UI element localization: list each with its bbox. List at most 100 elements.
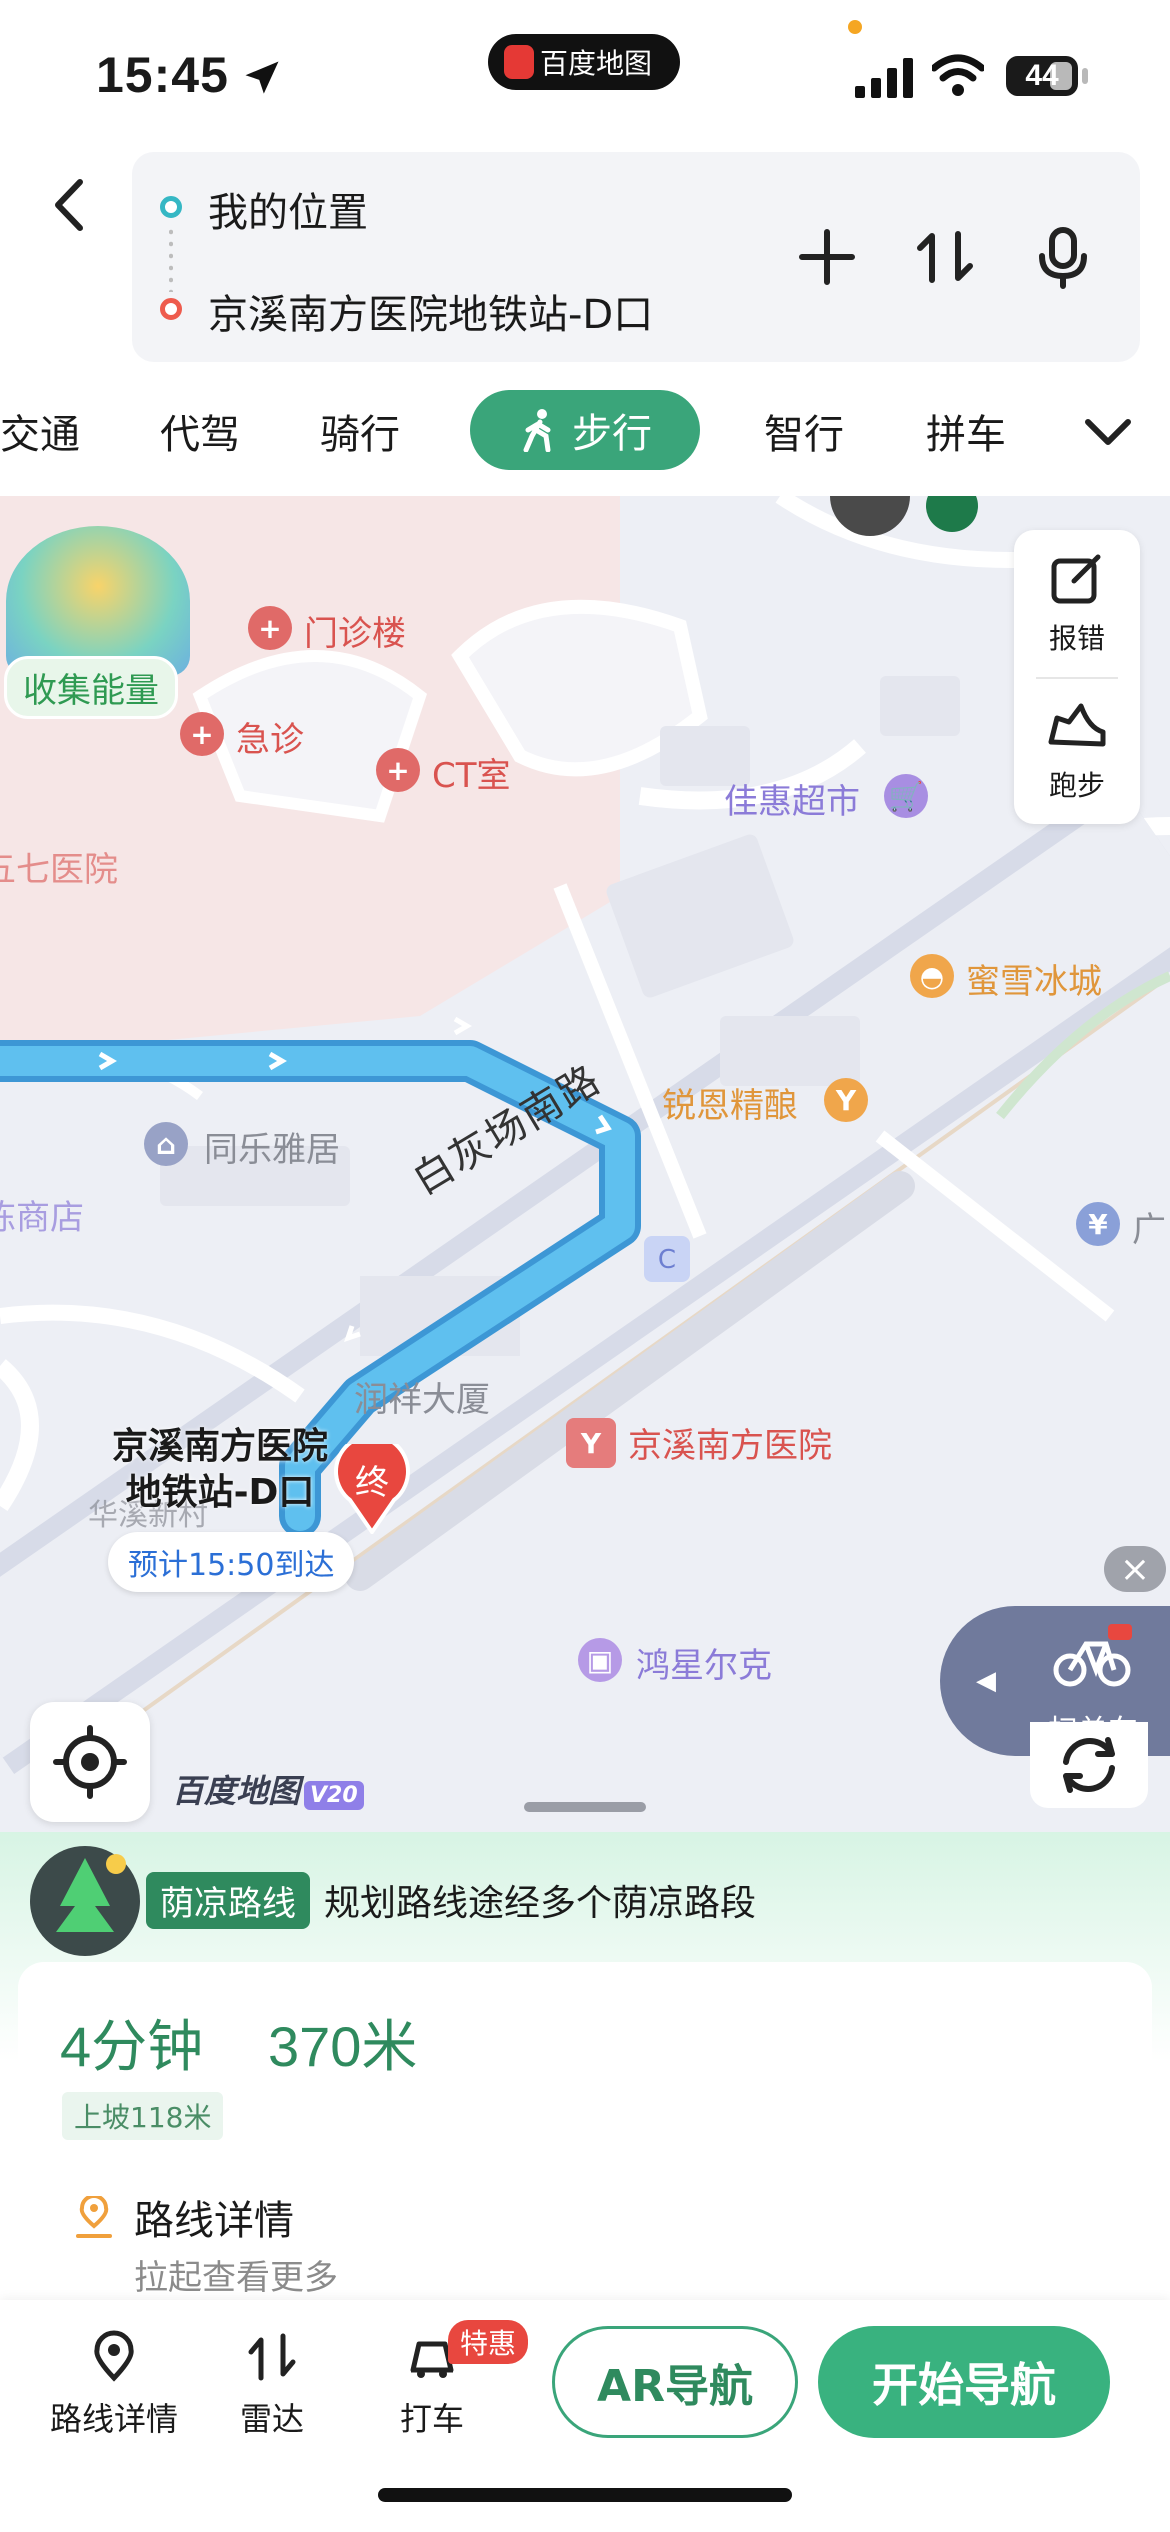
tab-transit[interactable]: 交通 bbox=[0, 402, 80, 460]
start-point-icon bbox=[160, 196, 182, 218]
status-bar: 15:45 百度地图 44 bbox=[0, 0, 1170, 150]
ar-navigation-button[interactable]: AR导航 bbox=[552, 2326, 798, 2438]
travel-mode-tabs: 交通 代驾 骑行 步行 智行 拼车 bbox=[0, 380, 1170, 490]
poi-runxiang-building[interactable]: 润祥大厦 bbox=[354, 1372, 490, 1421]
collect-energy-widget[interactable]: 收集能量 bbox=[0, 526, 196, 719]
poi-ct-room[interactable]: CT室 bbox=[432, 748, 511, 797]
route-distance: 370米 bbox=[268, 2015, 418, 2078]
map-brand-watermark: 百度地图 V20 bbox=[172, 1766, 364, 1812]
metro-station-icon: Y bbox=[566, 1418, 616, 1468]
tab-designated-driver[interactable]: 代驾 bbox=[160, 402, 240, 460]
tab-walking[interactable]: 步行 bbox=[470, 390, 700, 470]
sheet-grabber[interactable] bbox=[524, 1802, 646, 1812]
refresh-button[interactable] bbox=[1030, 1722, 1148, 1808]
swap-route-icon[interactable] bbox=[910, 222, 980, 292]
chevron-down-icon[interactable] bbox=[1080, 406, 1136, 456]
baidu-map-logo-icon bbox=[504, 45, 534, 79]
destination-line1: 京溪南方医院 bbox=[112, 1426, 329, 1467]
bank-icon: ¥ bbox=[1076, 1202, 1120, 1246]
island-app-name: 百度地图 bbox=[540, 47, 653, 80]
brand-version: V20 bbox=[304, 1781, 364, 1810]
poi-guang[interactable]: 广 bbox=[1132, 1202, 1166, 1251]
home-indicator[interactable] bbox=[378, 2488, 792, 2502]
collapse-arrow-icon: ◀ bbox=[976, 1666, 996, 1696]
route-summary-panel: 荫凉路线 规划路线途经多个荫凉路段 4分钟 370米 上坡118米 路线详情 拉… bbox=[0, 1832, 1170, 2532]
route-detail-hint: 拉起查看更多 bbox=[134, 2258, 338, 2298]
battery-tip bbox=[1082, 68, 1088, 84]
destination-line2: 地铁站-D口 bbox=[125, 1472, 315, 1513]
battery-level: 44 bbox=[1025, 59, 1059, 92]
dessert-icon: ◓ bbox=[910, 954, 954, 998]
cocktail-icon: Y bbox=[824, 1078, 868, 1122]
tree-shade-icon bbox=[30, 1846, 140, 1956]
poi-hospital[interactable]: 五七医院 bbox=[0, 842, 118, 891]
end-marker-icon[interactable]: 终 bbox=[334, 1444, 410, 1534]
tab-cycling[interactable]: 骑行 bbox=[320, 402, 400, 460]
battery-indicator: 44 bbox=[1006, 56, 1078, 96]
taxi-label: 打车 bbox=[400, 2400, 465, 2438]
privacy-indicator bbox=[848, 20, 862, 34]
close-icon[interactable]: × bbox=[1104, 1546, 1166, 1592]
hospital-plus-icon: + bbox=[376, 748, 420, 792]
map-side-toolbar: 报错 跑步 bbox=[1014, 530, 1140, 824]
poi-metro-station[interactable]: 京溪南方医院 bbox=[628, 1418, 832, 1467]
eta-badge: 预计15:50到达 bbox=[108, 1532, 355, 1592]
route-detail-button[interactable]: 路线详情 bbox=[50, 2330, 178, 2440]
cellular-signal-icon bbox=[855, 58, 913, 98]
poi-emergency[interactable]: 急诊 bbox=[236, 712, 304, 761]
residence-icon: ⌂ bbox=[144, 1122, 188, 1166]
poi-outpatient[interactable]: 门诊楼 bbox=[304, 606, 406, 655]
tab-carpool[interactable]: 拼车 bbox=[926, 402, 1006, 460]
hospital-plus-icon: + bbox=[248, 606, 292, 650]
radar-button[interactable]: 雷达 bbox=[240, 2330, 304, 2440]
svg-text:终: 终 bbox=[355, 1463, 389, 1503]
back-icon[interactable] bbox=[40, 170, 100, 240]
bicycle-icon bbox=[1053, 1624, 1132, 1687]
shopping-bag-icon: ▣ bbox=[578, 1638, 622, 1682]
svg-text:C: C bbox=[658, 1245, 676, 1275]
running-label: 跑步 bbox=[1048, 768, 1105, 802]
map-view[interactable]: C 收集能量 报错 跑步 + 门诊楼 + 急诊 + CT室 五七医院 佳惠超市 … bbox=[0, 496, 1170, 1832]
refresh-icon bbox=[1063, 1737, 1115, 1793]
running-shoe-icon bbox=[1048, 703, 1106, 746]
poi-mixue[interactable]: 蜜雪冰城 bbox=[966, 954, 1102, 1003]
brand-name: 百度地图 bbox=[172, 1772, 301, 1810]
add-waypoint-icon[interactable] bbox=[792, 222, 862, 292]
microphone-icon[interactable] bbox=[1028, 222, 1098, 292]
running-button[interactable]: 跑步 bbox=[1014, 677, 1140, 824]
walking-icon bbox=[523, 409, 551, 452]
route-duration: 4分钟 bbox=[60, 2015, 204, 2078]
poi-hongxing-erke[interactable]: 鸿星尔克 bbox=[636, 1638, 772, 1687]
route-detail-title[interactable]: 路线详情 bbox=[134, 2188, 294, 2246]
location-pin-icon bbox=[76, 2196, 112, 2238]
report-error-label: 报错 bbox=[1048, 621, 1105, 655]
shade-route-description: 规划路线途经多个荫凉路段 bbox=[324, 1883, 757, 1924]
tab-smart[interactable]: 智行 bbox=[764, 402, 844, 460]
dynamic-island[interactable]: 百度地图 bbox=[488, 34, 680, 90]
radar-icon bbox=[248, 2333, 296, 2381]
start-navigation-button[interactable]: 开始导航 bbox=[818, 2326, 1110, 2438]
poi-shop[interactable]: 栋商店 bbox=[0, 1190, 84, 1239]
route-detail-label: 路线详情 bbox=[50, 2400, 179, 2438]
poi-ruien-brewery[interactable]: 锐恩精酿 bbox=[662, 1078, 798, 1127]
route-input-card: 我的位置 京溪南方医院地铁站-D口 bbox=[132, 152, 1140, 362]
map-pin-icon bbox=[94, 2330, 134, 2382]
locate-me-button[interactable] bbox=[30, 1702, 150, 1822]
location-arrow-icon bbox=[245, 61, 279, 94]
tab-walking-label: 步行 bbox=[572, 411, 652, 457]
report-error-button[interactable]: 报错 bbox=[1014, 530, 1140, 677]
poi-jiahui-supermarket[interactable]: 佳惠超市 bbox=[724, 774, 860, 823]
collect-energy-label: 收集能量 bbox=[4, 656, 178, 719]
route-summary-card[interactable]: 4分钟 370米 上坡118米 路线详情 拉起查看更多 bbox=[18, 1962, 1152, 2322]
mascot-avatar bbox=[6, 526, 190, 676]
taxi-discount-badge: 特惠 bbox=[448, 2320, 529, 2364]
poi-tongle-residence[interactable]: 同乐雅居 bbox=[204, 1122, 340, 1171]
crosshair-icon bbox=[53, 1725, 127, 1799]
shopping-cart-icon: 🛒 bbox=[884, 774, 928, 818]
status-time: 15:45 bbox=[96, 47, 229, 103]
start-location-field[interactable]: 我的位置 bbox=[208, 180, 368, 238]
wifi-icon bbox=[932, 54, 984, 96]
destination-label[interactable]: 京溪南方医院 地铁站-D口 bbox=[112, 1424, 328, 1516]
end-location-field[interactable]: 京溪南方医院地铁站-D口 bbox=[208, 282, 653, 340]
route-connector bbox=[169, 226, 173, 292]
